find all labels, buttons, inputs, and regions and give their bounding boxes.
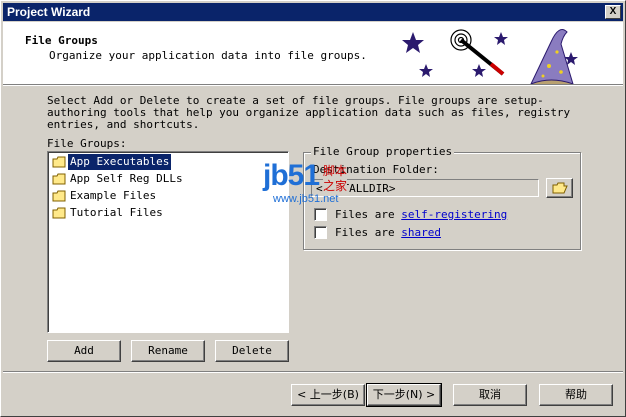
watermark-logo: jb51 — [263, 159, 320, 192]
list-item[interactable]: Example Files — [52, 188, 158, 204]
self-registering-link[interactable]: self-registering — [401, 208, 507, 221]
back-button[interactable]: < 上一步(B) — [291, 384, 365, 406]
title-bar: Project Wizard X — [3, 3, 623, 21]
folder-icon — [52, 173, 66, 185]
wizard-art-icon — [402, 29, 578, 84]
shared-option: Files are shared — [335, 226, 441, 239]
next-button[interactable]: 下一步(N) > — [366, 383, 442, 407]
list-item-label: App Executables — [68, 154, 172, 170]
header-separator — [3, 84, 623, 86]
help-button[interactable]: 帮助 — [539, 384, 613, 406]
file-groups-label: File Groups: — [47, 137, 127, 150]
shared-prefix: Files are — [335, 226, 395, 239]
folder-icon — [52, 207, 66, 219]
list-item-label: App Self Reg DLLs — [70, 172, 183, 185]
list-item[interactable]: App Executables — [52, 154, 172, 170]
watermark-text: 之家 — [323, 177, 348, 194]
browse-folder-button[interactable] — [546, 178, 573, 198]
list-item-label: Example Files — [70, 189, 157, 202]
delete-button[interactable]: Delete — [215, 340, 289, 362]
file-groups-list[interactable]: App Executables App Self Reg DLLs Exampl… — [47, 151, 289, 333]
shared-link[interactable]: shared — [401, 226, 441, 239]
window-title: Project Wizard — [7, 5, 91, 19]
list-item[interactable]: Tutorial Files — [52, 205, 165, 221]
close-button[interactable]: X — [605, 5, 621, 19]
add-button[interactable]: Add — [47, 340, 121, 362]
page-subtitle: Organize your application data into file… — [49, 49, 367, 62]
cancel-button[interactable]: 取消 — [453, 384, 527, 406]
folder-icon — [52, 190, 66, 202]
list-item[interactable]: App Self Reg DLLs — [52, 171, 185, 187]
wizard-window: Project Wizard X File Groups Organize yo… — [0, 0, 626, 417]
shared-checkbox[interactable] — [314, 226, 327, 239]
self-registering-option: Files are self-registering — [335, 208, 507, 221]
page-title: File Groups — [25, 34, 98, 47]
rename-button[interactable]: Rename — [131, 340, 205, 362]
folder-icon — [52, 156, 66, 168]
watermark-url: www.jb51.net — [273, 193, 339, 205]
self-registering-prefix: Files are — [335, 208, 395, 221]
open-folder-icon — [552, 182, 568, 194]
properties-title: File Group properties — [311, 145, 455, 158]
wizard-header: File Groups Organize your application da… — [3, 22, 623, 84]
self-registering-checkbox[interactable] — [314, 208, 327, 221]
list-item-label: Tutorial Files — [70, 206, 163, 219]
footer-separator — [3, 371, 623, 373]
description-text: Select Add or Delete to create a set of … — [47, 94, 571, 131]
